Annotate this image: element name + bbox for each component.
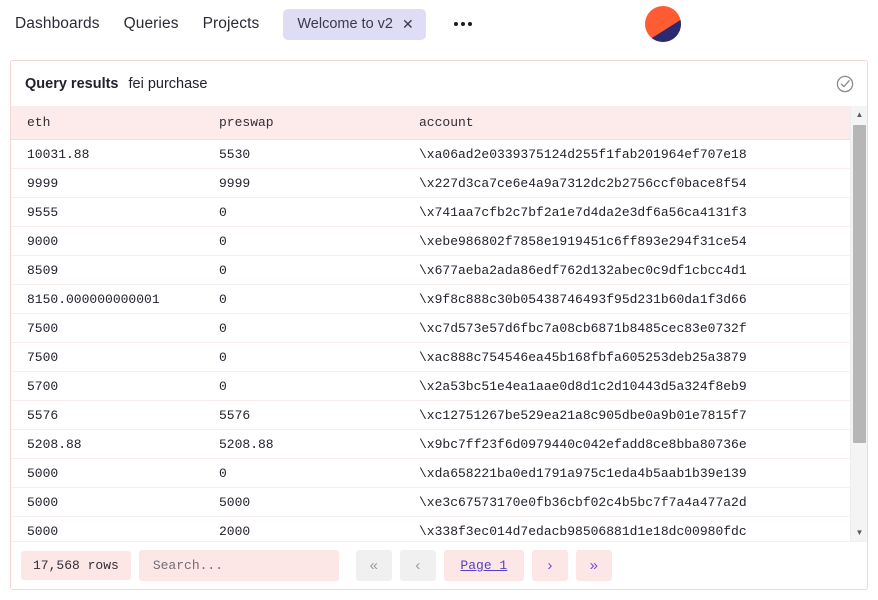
- cell-eth: 10031.88: [11, 140, 212, 169]
- table-header-row: eth preswap account: [11, 106, 867, 140]
- cell-eth: 8150.000000000001: [11, 285, 212, 314]
- cell-eth: 5700: [11, 372, 212, 401]
- table-row[interactable]: 95550\x741aa7cfb2c7bf2a1e7d4da2e3df6a56c…: [11, 198, 867, 227]
- first-page-button[interactable]: «: [356, 550, 392, 581]
- cell-preswap: 5208.88: [212, 430, 412, 459]
- query-results-panel: Query results fei purchase eth preswap a…: [10, 60, 868, 590]
- cell-account: \x2a53bc51e4ea1aae0d8d1c2d10443d5a324f8e…: [412, 372, 867, 401]
- check-circle-icon[interactable]: [835, 74, 855, 94]
- cell-preswap: 0: [212, 314, 412, 343]
- cell-preswap: 0: [212, 343, 412, 372]
- tab-label: Welcome to v2: [297, 16, 393, 32]
- cell-eth: 5000: [11, 517, 212, 542]
- cell-preswap: 0: [212, 372, 412, 401]
- nav-link-projects[interactable]: Projects: [203, 15, 260, 33]
- cell-eth: 5000: [11, 459, 212, 488]
- cell-preswap: 0: [212, 285, 412, 314]
- cell-preswap: 0: [212, 227, 412, 256]
- nav-link-queries[interactable]: Queries: [124, 15, 179, 33]
- cell-preswap: 5576: [212, 401, 412, 430]
- table-header: eth preswap account: [11, 106, 867, 140]
- panel-header: Query results fei purchase: [11, 61, 867, 106]
- cell-eth: 9555: [11, 198, 212, 227]
- cell-account: \x677aeba2ada86edf762d132abec0c9df1cbcc4…: [412, 256, 867, 285]
- cell-eth: 8509: [11, 256, 212, 285]
- cell-eth: 5208.88: [11, 430, 212, 459]
- cell-account: \xc12751267be529ea21a8c905dbe0a9b01e7815…: [412, 401, 867, 430]
- scrollbar-thumb[interactable]: [853, 125, 866, 443]
- next-page-button[interactable]: ›: [532, 550, 568, 581]
- results-table: eth preswap account 10031.885530\xa06ad2…: [11, 106, 867, 541]
- table-row[interactable]: 99999999\x227d3ca7ce6e4a9a7312dc2b2756cc…: [11, 169, 867, 198]
- page-title: Query results: [25, 76, 119, 92]
- cell-account: \xe3c67573170e0fb36cbf02c4b5bc7f7a4a477a…: [412, 488, 867, 517]
- table-row[interactable]: 85090\x677aeba2ada86edf762d132abec0c9df1…: [11, 256, 867, 285]
- cell-eth: 5000: [11, 488, 212, 517]
- cell-account: \x9f8c888c30b05438746493f95d231b60da1f3d…: [412, 285, 867, 314]
- cell-eth: 7500: [11, 314, 212, 343]
- scroll-up-arrow-icon[interactable]: ▲: [851, 106, 867, 123]
- table-row[interactable]: 75000\xc7d573e57d6fbc7a08cb6871b8485cec8…: [11, 314, 867, 343]
- row-count-badge: 17,568 rows: [21, 551, 131, 580]
- cell-eth: 9000: [11, 227, 212, 256]
- cell-preswap: 2000: [212, 517, 412, 542]
- cell-account: \xc7d573e57d6fbc7a08cb6871b8485cec83e073…: [412, 314, 867, 343]
- cell-account: \xa06ad2e0339375124d255f1fab201964ef707e…: [412, 140, 867, 169]
- top-navigation-bar: Dashboards Queries Projects Welcome to v…: [0, 0, 878, 48]
- query-name: fei purchase: [129, 76, 208, 92]
- table-row[interactable]: 57000\x2a53bc51e4ea1aae0d8d1c2d10443d5a3…: [11, 372, 867, 401]
- search-input[interactable]: [139, 550, 339, 581]
- cell-account: \x741aa7cfb2c7bf2a1e7d4da2e3df6a56ca4131…: [412, 198, 867, 227]
- scroll-down-arrow-icon[interactable]: ▼: [851, 524, 867, 541]
- cell-account: \xda658221ba0ed1791a975c1eda4b5aab1b39e1…: [412, 459, 867, 488]
- dot: [468, 22, 472, 26]
- table-row[interactable]: 50000\xda658221ba0ed1791a975c1eda4b5aab1…: [11, 459, 867, 488]
- cell-preswap: 5000: [212, 488, 412, 517]
- column-header-preswap[interactable]: preswap: [212, 106, 412, 140]
- cell-preswap: 0: [212, 459, 412, 488]
- table-footer: 17,568 rows « ‹ Page_1 › »: [11, 541, 867, 589]
- column-header-eth[interactable]: eth: [11, 106, 212, 140]
- table-row[interactable]: 75000\xac888c754546ea45b168fbfa605253deb…: [11, 343, 867, 372]
- table-row[interactable]: 55765576\xc12751267be529ea21a8c905dbe0a9…: [11, 401, 867, 430]
- vertical-scrollbar[interactable]: ▲ ▼: [850, 106, 867, 541]
- table-row[interactable]: 5208.885208.88\x9bc7ff23f6d0979440c042ef…: [11, 430, 867, 459]
- app-logo[interactable]: [644, 5, 682, 43]
- cell-account: \x227d3ca7ce6e4a9a7312dc2b2756ccf0bace8f…: [412, 169, 867, 198]
- table-row[interactable]: 8150.0000000000010\x9f8c888c30b054387464…: [11, 285, 867, 314]
- table-row[interactable]: 90000\xebe986802f7858e1919451c6ff893e294…: [11, 227, 867, 256]
- logo-icon: [644, 5, 682, 43]
- close-icon[interactable]: ✕: [402, 17, 414, 31]
- cell-eth: 7500: [11, 343, 212, 372]
- more-options-icon[interactable]: [450, 16, 476, 32]
- table-body: 10031.885530\xa06ad2e0339375124d255f1fab…: [11, 140, 867, 542]
- cell-preswap: 0: [212, 198, 412, 227]
- current-page-button[interactable]: Page_1: [444, 550, 524, 581]
- cell-account: \x338f3ec014d7edacb98506881d1e18dc00980f…: [412, 517, 867, 542]
- dot: [454, 22, 458, 26]
- table-row[interactable]: 10031.885530\xa06ad2e0339375124d255f1fab…: [11, 140, 867, 169]
- cell-preswap: 5530: [212, 140, 412, 169]
- nav-link-dashboards[interactable]: Dashboards: [15, 15, 100, 33]
- table-row[interactable]: 50005000\xe3c67573170e0fb36cbf02c4b5bc7f…: [11, 488, 867, 517]
- cell-account: \xebe986802f7858e1919451c6ff893e294f31ce…: [412, 227, 867, 256]
- dot: [461, 22, 465, 26]
- cell-eth: 5576: [11, 401, 212, 430]
- cell-preswap: 9999: [212, 169, 412, 198]
- column-header-account[interactable]: account: [412, 106, 867, 140]
- last-page-button[interactable]: »: [576, 550, 612, 581]
- prev-page-button[interactable]: ‹: [400, 550, 436, 581]
- tab-welcome-to-v2[interactable]: Welcome to v2 ✕: [283, 9, 425, 40]
- cell-preswap: 0: [212, 256, 412, 285]
- results-table-container: eth preswap account 10031.885530\xa06ad2…: [11, 106, 867, 541]
- table-row[interactable]: 50002000\x338f3ec014d7edacb98506881d1e18…: [11, 517, 867, 542]
- cell-eth: 9999: [11, 169, 212, 198]
- cell-account: \x9bc7ff23f6d0979440c042efadd8ce8bba8073…: [412, 430, 867, 459]
- cell-account: \xac888c754546ea45b168fbfa605253deb25a38…: [412, 343, 867, 372]
